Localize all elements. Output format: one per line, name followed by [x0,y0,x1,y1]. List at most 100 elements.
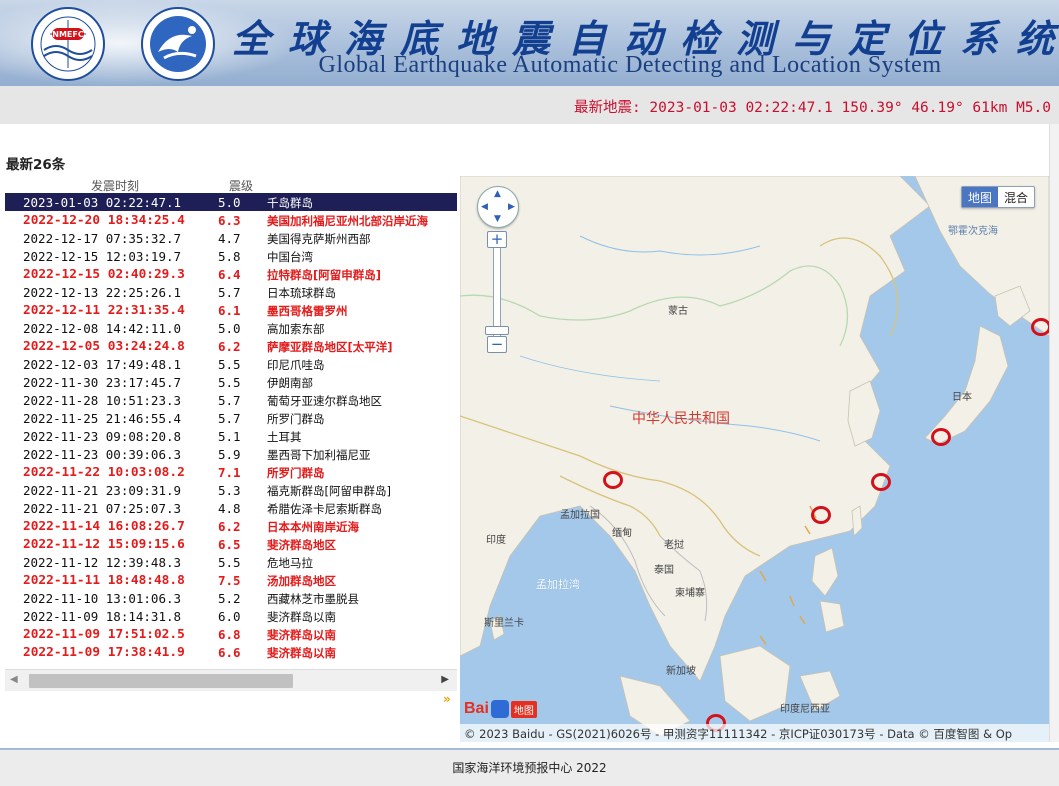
page-vertical-scrollbar[interactable] [1049,124,1059,742]
map-label: 老挝 [664,540,684,551]
quake-time: 2022-12-13 22:25:26.1 [23,285,182,300]
quake-row[interactable]: 2022-11-14 16:08:26.7 6.2 日本本州南岸近海 [5,517,457,535]
quake-loc: 所罗门群岛 [267,412,325,426]
quake-mag: 5.0 [218,321,241,336]
map-label: 泰国 [654,565,674,576]
quake-time: 2022-11-09 17:51:02.5 [23,627,185,642]
quake-mag: 6.1 [218,303,241,318]
quake-marker[interactable] [871,473,891,491]
collapse-panel-icon[interactable]: » [443,692,451,706]
map-label: 印度尼西亚 [780,704,830,715]
quake-time: 2022-12-05 03:24:24.8 [23,339,185,354]
quake-row[interactable]: 2022-11-22 10:03:08.2 7.1 所罗门群岛 [5,463,457,481]
latest-quake-bar: 最新地震: 2023-01-03 02:22:47.1 150.39° 46.1… [0,86,1059,124]
quake-loc: 日本本州南岸近海 [267,520,359,534]
list-horizontal-scrollbar[interactable]: ◀ ▶ [5,669,457,691]
zoom-out-button[interactable]: − [487,336,507,353]
quake-row[interactable]: 2022-12-03 17:49:48.1 5.5 印尼爪哇岛 [5,355,457,373]
quake-row[interactable]: 2022-11-09 17:51:02.5 6.8 斐济群岛以南 [5,625,457,643]
quake-time: 2022-11-23 00:39:06.3 [23,447,182,462]
quake-time: 2022-12-11 22:31:35.4 [23,303,185,318]
quake-row[interactable]: 2022-12-05 03:24:24.8 6.2 萨摩亚群岛地区[太平洋] [5,337,457,355]
quake-row[interactable]: 2022-12-17 07:35:32.7 4.7 美国得克萨斯州西部 [5,229,457,247]
quake-row[interactable]: 2022-11-12 15:09:15.6 6.5 斐济群岛地区 [5,535,457,553]
quake-row[interactable]: 2022-12-13 22:25:26.1 5.7 日本琉球群岛 [5,283,457,301]
quake-loc: 萨摩亚群岛地区[太平洋] [267,340,393,354]
scrollbar-thumb[interactable] [29,674,293,688]
map-type-hybrid-button[interactable]: 混合 [998,187,1034,207]
zoom-in-button[interactable]: + [487,231,507,248]
col-header-mag: 震级 [229,179,254,193]
quake-list: 发震时刻 震级 2023-01-03 02:22:47.1 5.0 千岛群岛 2022… [5,176,457,696]
quake-row[interactable]: 2022-11-23 00:39:06.3 5.9 墨西哥下加利福尼亚 [5,445,457,463]
scroll-right-icon[interactable]: ▶ [441,674,449,685]
map-type-switch: 地图 混合 [960,186,1035,208]
baidu-logo[interactable]: Bai 地图 [464,698,537,720]
map-type-map-button[interactable]: 地图 [961,187,998,207]
quake-row[interactable]: 2022-11-09 18:14:31.8 6.0 斐济群岛以南 [5,607,457,625]
quake-time: 2022-11-21 07:25:07.3 [23,501,182,516]
quake-mag: 5.7 [218,285,241,300]
quake-time: 2022-11-12 15:09:15.6 [23,537,185,552]
quake-time: 2022-12-20 18:34:25.4 [23,213,185,228]
quake-mag: 5.3 [218,483,241,498]
quake-mag: 4.8 [218,501,241,516]
quake-time: 2022-12-15 12:03:19.7 [23,249,182,264]
latest-quake-text[interactable]: 最新地震: 2023-01-03 02:22:47.1 150.39° 46.1… [574,96,1051,117]
quake-time: 2022-11-09 18:14:31.8 [23,609,182,624]
map-label: 新加坡 [666,666,696,677]
zoom-slider-track[interactable] [493,248,501,336]
quake-time: 2022-11-09 17:38:41.9 [23,645,185,660]
quake-marker[interactable] [1031,318,1049,336]
quake-loc: 危地马拉 [267,556,313,570]
map-pan-control[interactable]: ▲ ▼ ◀ ▶ [477,186,519,228]
scroll-left-icon[interactable]: ◀ [10,674,18,685]
list-body: 2023-01-03 02:22:47.1 5.0 千岛群岛 2022-12-20 1… [5,193,457,661]
quake-time: 2022-11-25 21:46:55.4 [23,411,182,426]
quake-loc: 千岛群岛 [267,196,313,210]
map-label: 孟加拉国 [560,510,600,521]
quake-row[interactable]: 2023-01-03 02:22:47.1 5.0 千岛群岛 [5,193,457,211]
quake-row[interactable]: 2022-12-15 02:40:29.3 6.4 拉特群岛[阿留申群岛] [5,265,457,283]
quake-marker[interactable] [603,471,623,489]
ocean-center-logo-icon [141,7,215,81]
quake-mag: 6.5 [218,537,241,552]
map-label: 蒙古 [668,306,688,317]
quake-time: 2022-11-14 16:08:26.7 [23,519,185,534]
quake-row[interactable]: 2022-11-10 13:01:06.3 5.2 西藏林芝市墨脱县 [5,589,457,607]
quake-row[interactable]: 2022-12-11 22:31:35.4 6.1 墨西哥格雷罗州 [5,301,457,319]
map-view[interactable]: ▲ ▼ ◀ ▶ + − 地图 混合 鄂霍次克海 蒙古 中华人民共和国 日本 孟加… [460,176,1049,742]
quake-row[interactable]: 2022-11-25 21:46:55.4 5.7 所罗门群岛 [5,409,457,427]
quake-row[interactable]: 2022-11-28 10:51:23.3 5.7 葡萄牙亚速尔群岛地区 [5,391,457,409]
quake-loc: 日本琉球群岛 [267,286,336,300]
quake-mag: 5.7 [218,393,241,408]
map-label: 日本 [952,392,972,403]
quake-row[interactable]: 2022-11-11 18:48:48.8 7.5 汤加群岛地区 [5,571,457,589]
quake-loc: 斐济群岛以南 [267,610,336,624]
quake-time: 2022-12-03 17:49:48.1 [23,357,182,372]
quake-row[interactable]: 2022-11-21 23:09:31.9 5.3 福克斯群岛[阿留申群岛] [5,481,457,499]
map-copyright: © 2023 Baidu - GS(2021)6026号 - 甲测资字11111… [460,724,1049,742]
quake-row[interactable]: 2022-12-08 14:42:11.0 5.0 高加索东部 [5,319,457,337]
quake-row[interactable]: 2022-12-20 18:34:25.4 6.3 美国加利福尼亚州北部沿岸近海 [5,211,457,229]
header-banner: NMEFC 全球海底地震自动检测与定位系统 Global Earthquake … [0,0,1059,86]
map-label: 孟加拉湾 [536,578,580,591]
quake-mag: 5.2 [218,591,241,606]
nmefc-logo-icon: NMEFC [31,7,105,81]
quake-row[interactable]: 2022-11-30 23:17:45.7 5.5 伊朗南部 [5,373,457,391]
quake-row[interactable]: 2022-11-09 17:38:41.9 6.6 斐济群岛以南 [5,643,457,661]
quake-loc: 葡萄牙亚速尔群岛地区 [267,394,382,408]
quake-loc: 墨西哥下加利福尼亚 [267,448,371,462]
quake-time: 2022-11-22 10:03:08.2 [23,465,185,480]
quake-marker[interactable] [931,428,951,446]
quake-marker[interactable] [811,506,831,524]
quake-row[interactable]: 2022-11-12 12:39:48.3 5.5 危地马拉 [5,553,457,571]
quake-row[interactable]: 2022-11-23 09:08:20.8 5.1 土耳其 [5,427,457,445]
quake-loc: 西藏林芝市墨脱县 [267,592,359,606]
quake-row[interactable]: 2022-12-15 12:03:19.7 5.8 中国台湾 [5,247,457,265]
quake-mag: 7.1 [218,465,241,480]
quake-loc: 拉特群岛[阿留申群岛] [267,268,382,282]
quake-row[interactable]: 2022-11-21 07:25:07.3 4.8 希腊佐泽卡尼索斯群岛 [5,499,457,517]
quake-time: 2022-11-23 09:08:20.8 [23,429,182,444]
zoom-slider-thumb[interactable] [485,326,509,335]
